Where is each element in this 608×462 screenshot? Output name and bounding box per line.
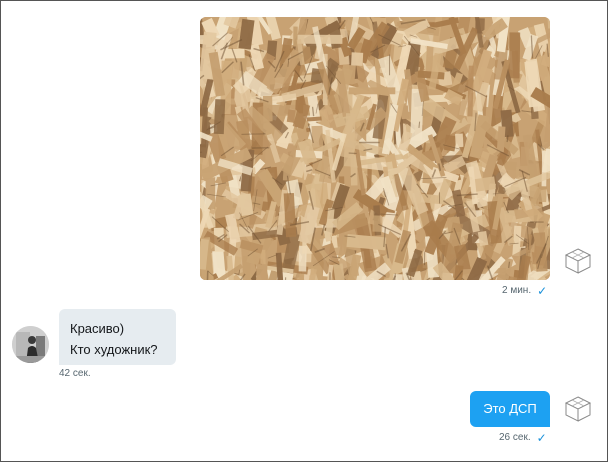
message-text-line: Красиво) xyxy=(70,321,125,336)
outgoing-message-bubble[interactable]: Это ДСП xyxy=(470,391,550,427)
timestamp: 26 сек. xyxy=(499,432,531,443)
sent-image-message[interactable] xyxy=(200,17,550,280)
message-text-line: Кто художник? xyxy=(70,342,158,357)
message-meta: 26 сек. ✓ xyxy=(499,430,547,445)
check-icon: ✓ xyxy=(537,283,548,298)
check-icon: ✓ xyxy=(536,430,547,445)
avatar-photo xyxy=(12,326,49,363)
default-avatar-icon xyxy=(564,248,592,274)
timestamp: 42 сек. xyxy=(59,368,91,379)
message-meta: 2 мин. ✓ xyxy=(502,283,548,298)
message-text: Это ДСП xyxy=(483,401,537,416)
user-avatar[interactable] xyxy=(12,326,49,363)
timestamp: 2 мин. xyxy=(502,285,532,296)
incoming-message-bubble[interactable]: Красиво) Кто художник? xyxy=(59,309,176,365)
message-meta: 42 сек. xyxy=(59,368,91,379)
osb-board-photo xyxy=(200,17,550,280)
default-avatar-icon xyxy=(564,396,592,422)
